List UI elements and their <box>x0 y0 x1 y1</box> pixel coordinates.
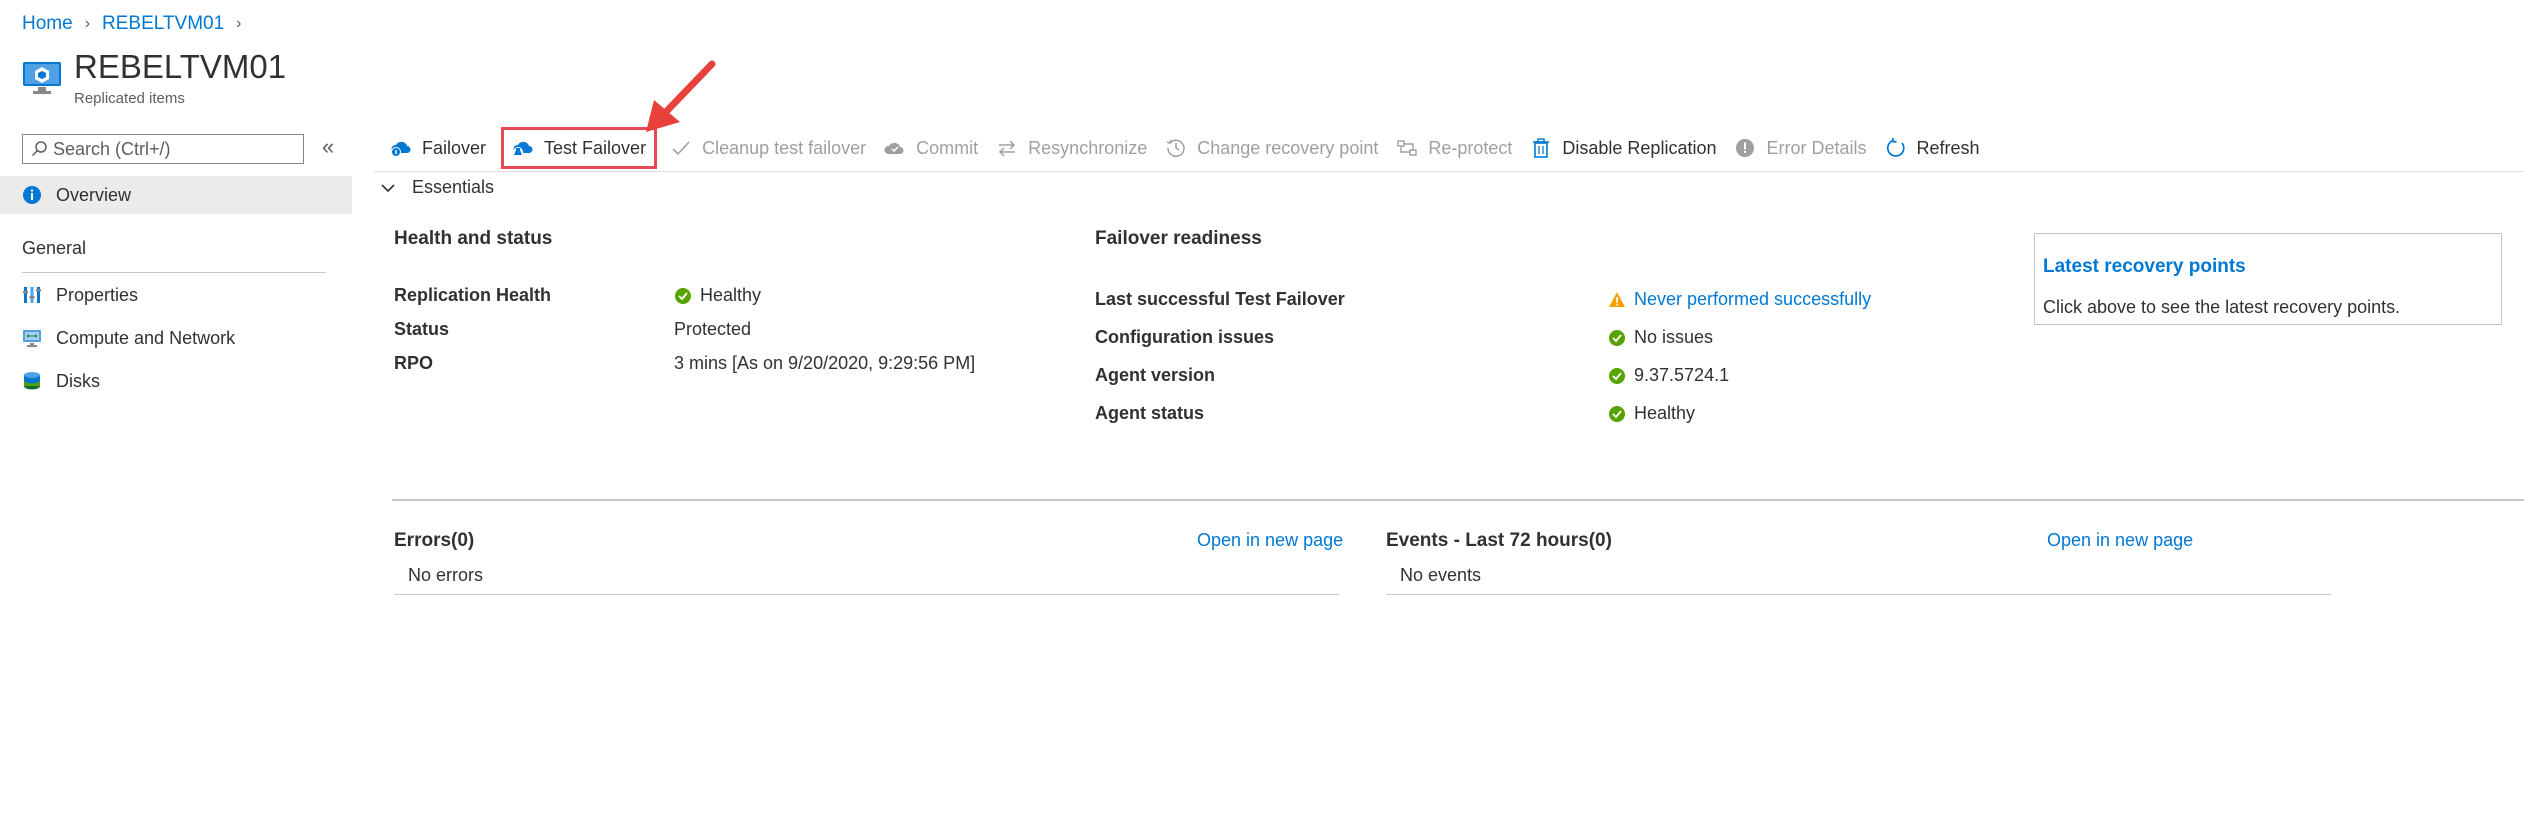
history-icon <box>1166 139 1185 157</box>
refresh-icon <box>1886 138 1905 157</box>
last-test-failover-label: Last successful Test Failover <box>1095 289 1345 309</box>
search-placeholder: Search (Ctrl+/) <box>53 138 171 159</box>
chevron-down-icon <box>381 183 395 192</box>
rpo-label: RPO <box>394 353 434 373</box>
properties-icon <box>23 287 41 303</box>
divider <box>394 594 1339 595</box>
events-empty-text: No events <box>1400 565 1482 585</box>
annotation-arrow-icon <box>646 60 716 132</box>
button-label: Re-protect <box>1428 137 1513 158</box>
success-check-icon <box>1609 329 1625 346</box>
divider <box>22 272 326 273</box>
commit-button[interactable]: Commit <box>884 132 978 164</box>
cleanup-test-failover-button[interactable]: Cleanup test failover <box>670 132 866 164</box>
rpo-value: 3 mins [As on 9/20/2020, 9:29:56 PM] <box>674 353 976 373</box>
error-details-button[interactable]: Error Details <box>1734 132 1867 164</box>
errors-open-new-page-link[interactable]: Open in new page <box>1197 530 1343 551</box>
sidebar-item-properties[interactable]: Properties <box>22 276 138 314</box>
sidebar-item-label: Compute and Network <box>56 327 236 348</box>
recovery-points-description: Click above to see the latest recovery p… <box>2043 297 2401 317</box>
value-text: No issues <box>1634 327 1714 347</box>
search-icon <box>31 141 47 157</box>
replication-health-label: Replication Health <box>394 285 552 305</box>
cloud-commit-icon <box>884 142 904 154</box>
sync-arrows-icon <box>999 140 1016 157</box>
disks-icon <box>24 372 40 390</box>
replication-health-value: Healthy <box>674 285 761 306</box>
refresh-button[interactable]: Refresh <box>1885 132 1980 164</box>
warning-icon <box>1609 291 1625 307</box>
failover-readiness-heading: Failover readiness <box>1095 228 1262 249</box>
status-value: Protected <box>674 319 752 339</box>
essentials-label: Essentials <box>412 177 495 197</box>
latest-recovery-points-link[interactable]: Latest recovery points <box>2043 256 2246 278</box>
button-label: Cleanup test failover <box>702 137 867 158</box>
sidebar-item-label: Disks <box>56 370 100 391</box>
value-text: 9.37.5724.1 <box>1634 365 1730 385</box>
sidebar-item-label: Overview <box>56 184 132 205</box>
sidebar-group-general: General <box>22 238 87 258</box>
never-performed-link[interactable]: Never performed successfully <box>1634 289 1871 310</box>
sidebar-item-label: Properties <box>56 284 139 305</box>
button-label: Error Details <box>1766 137 1867 158</box>
virtual-machine-icon <box>23 62 61 94</box>
value-text: Healthy <box>700 285 762 305</box>
errors-empty-text: No errors <box>408 565 484 585</box>
button-label: Disable Replication <box>1562 137 1717 158</box>
last-test-failover-value[interactable]: Never performed successfully <box>1608 289 1871 310</box>
section-divider <box>392 499 2524 501</box>
button-label: Refresh <box>1916 137 1980 158</box>
breadcrumb-home[interactable]: Home <box>22 13 73 35</box>
events-heading: Events - Last 72 hours(0) <box>1386 530 1612 551</box>
events-open-new-page-link[interactable]: Open in new page <box>2047 530 2193 551</box>
success-check-icon <box>1609 405 1625 422</box>
failover-button[interactable]: Failover <box>390 132 486 164</box>
errors-heading: Errors(0) <box>394 530 475 551</box>
agent-version-value: 9.37.5724.1 <box>1608 365 1729 386</box>
agent-version-label: Agent version <box>1095 365 1216 385</box>
disable-replication-button[interactable]: Disable Replication <box>1530 132 1716 164</box>
sidebar-item-compute-network[interactable]: Compute and Network <box>22 319 235 357</box>
chevron-right-icon: › <box>84 15 91 32</box>
error-icon <box>1736 139 1755 157</box>
success-check-icon <box>675 287 691 304</box>
page-subtitle: Replicated items <box>74 90 185 107</box>
status-label: Status <box>394 319 450 339</box>
test-failover-button[interactable]: Test Failover <box>501 127 658 169</box>
value-text: Healthy <box>1634 403 1696 423</box>
collapse-sidebar-icon[interactable]: « <box>322 134 334 160</box>
cloud-failover-icon <box>391 141 411 157</box>
command-bar: Failover Test Failover Cleanup test fail… <box>390 127 1998 169</box>
breadcrumb-vm[interactable]: REBELTVM01 <box>102 13 224 35</box>
re-protect-button[interactable]: Re-protect <box>1396 132 1512 164</box>
divider <box>374 171 2524 172</box>
change-recovery-point-button[interactable]: Change recovery point <box>1165 132 1378 164</box>
trash-icon <box>1533 138 1550 158</box>
agent-status-value: Healthy <box>1608 403 1695 424</box>
sidebar-item-overview[interactable]: Overview <box>22 176 131 214</box>
checkmark-icon <box>672 141 690 156</box>
network-icon <box>23 330 41 347</box>
button-label: Commit <box>916 137 979 158</box>
configuration-issues-value: No issues <box>1608 327 1713 348</box>
divider <box>1386 594 2331 595</box>
cloud-test-failover-icon <box>513 141 533 157</box>
chevron-right-icon: › <box>236 15 242 32</box>
breadcrumb: Home › REBELTVM01 › <box>22 10 253 38</box>
health-heading: Health and status <box>394 228 553 249</box>
info-icon <box>23 186 41 204</box>
essentials-toggle[interactable]: Essentials <box>380 177 494 198</box>
button-label: Change recovery point <box>1197 137 1379 158</box>
sidebar-item-disks[interactable]: Disks <box>22 362 100 400</box>
agent-status-label: Agent status <box>1095 403 1205 423</box>
configuration-issues-label: Configuration issues <box>1095 327 1275 347</box>
success-check-icon <box>1609 367 1625 384</box>
resynchronize-button[interactable]: Resynchronize <box>996 132 1147 164</box>
button-label: Failover <box>422 137 487 158</box>
button-label: Resynchronize <box>1028 137 1148 158</box>
page-title: REBELTVM01 <box>74 48 287 85</box>
button-label: Test Failover <box>544 137 647 158</box>
search-input[interactable]: Search (Ctrl+/) <box>22 134 304 164</box>
reprotect-icon <box>1397 140 1418 156</box>
